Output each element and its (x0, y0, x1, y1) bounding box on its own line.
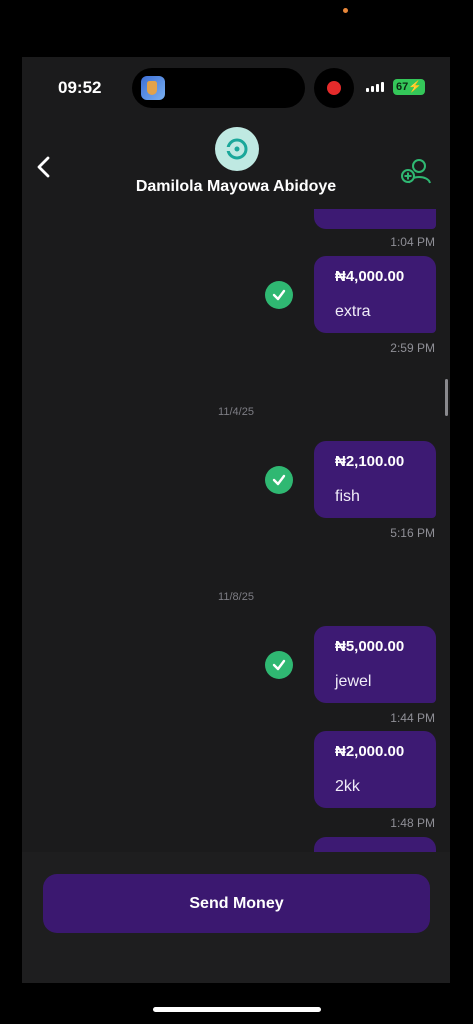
recording-indicator-dot (343, 8, 348, 13)
battery-icon: 67⚡ (393, 79, 425, 95)
check-circle-icon (265, 466, 293, 494)
phone-screen: 09:52 67⚡ Damilola Mayowa Abidoye 1:04 P… (22, 57, 450, 983)
payment-bubble[interactable]: ₦5,000.00 jewel (314, 626, 436, 703)
check-circle-icon (265, 651, 293, 679)
message-time: 5:16 PM (390, 526, 435, 540)
send-money-button[interactable]: Send Money (43, 874, 430, 933)
logo-icon (225, 138, 248, 160)
contact-name: Damilola Mayowa Abidoye (135, 178, 337, 195)
payment-note: jewel (335, 673, 372, 690)
message-time: 2:59 PM (390, 341, 435, 355)
payment-bubble[interactable]: ₦2,000.00 2kk (314, 731, 436, 808)
date-separator: 11/8/25 (218, 591, 254, 603)
message-list[interactable]: market 1:04 PM ₦4,000.00 extra 2:59 PM 1… (22, 203, 450, 859)
record-icon (327, 81, 341, 95)
home-indicator[interactable] (153, 1007, 321, 1012)
battery-level: 67 (396, 81, 409, 93)
check-circle-icon (265, 281, 293, 309)
payment-note: extra (335, 303, 371, 320)
cellular-signal-icon (366, 82, 384, 92)
chat-header: Damilola Mayowa Abidoye (22, 117, 450, 209)
payment-amount: ₦4,000.00 (335, 268, 405, 285)
screen-record-pill[interactable] (314, 68, 354, 108)
scrollbar[interactable] (445, 379, 448, 416)
date-separator: 11/4/25 (218, 406, 254, 418)
dynamic-island[interactable] (132, 68, 305, 108)
app-thumbnail-icon (141, 76, 165, 100)
payment-bubble[interactable]: ₦4,000.00 extra (314, 256, 436, 333)
back-arrow-icon[interactable] (32, 153, 56, 181)
message-time: 1:44 PM (390, 711, 435, 725)
message-time: 1:48 PM (390, 816, 435, 830)
message-time: 1:04 PM (390, 235, 435, 249)
payment-bubble[interactable]: ₦2,100.00 fish (314, 441, 436, 518)
payment-amount: ₦2,000.00 (335, 743, 405, 760)
payment-note: 2kk (335, 778, 360, 795)
add-contact-icon[interactable] (400, 157, 432, 185)
contact-avatar[interactable] (215, 127, 259, 171)
payment-note: fish (335, 488, 360, 505)
payment-amount: ₦2,100.00 (335, 453, 405, 470)
payment-amount: ₦5,000.00 (335, 638, 405, 655)
status-time: 09:52 (58, 78, 102, 97)
